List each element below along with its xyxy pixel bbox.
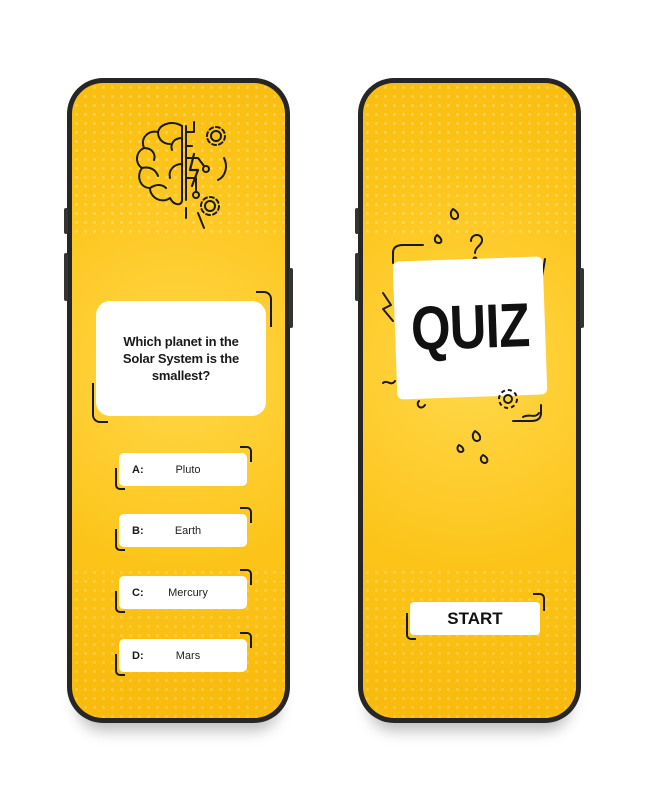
answer-bracket — [115, 468, 125, 490]
question-card: Which planet in the Solar System is the … — [96, 301, 266, 416]
answer-bracket — [240, 632, 252, 648]
card-bracket — [92, 383, 108, 423]
brain-icon — [132, 118, 237, 258]
answer-bracket — [240, 446, 252, 462]
button-bracket — [406, 613, 416, 640]
question-text: Which planet in the Solar System is the … — [122, 334, 240, 383]
answer-bracket — [240, 507, 252, 523]
start-screen: QUIZ START — [363, 83, 576, 718]
answer-option-c[interactable]: C: Mercury — [119, 576, 247, 609]
gear-icon — [495, 386, 521, 412]
side-button — [64, 208, 68, 234]
side-button — [64, 253, 68, 301]
quiz-banner: QUIZ — [392, 256, 548, 400]
answer-option-a[interactable]: A: Pluto — [119, 453, 247, 486]
answer-option-b[interactable]: B: Earth — [119, 514, 247, 547]
answer-letter: D: — [132, 649, 144, 662]
side-button — [355, 253, 359, 301]
answer-bracket — [115, 654, 125, 676]
answer-letter: C: — [132, 586, 144, 599]
answer-bracket — [115, 529, 125, 551]
answer-letter: A: — [132, 463, 144, 476]
answer-letter: B: — [132, 524, 144, 537]
question-phone: Which planet in the Solar System is the … — [64, 78, 293, 723]
start-button[interactable]: START — [410, 602, 540, 635]
question-screen: Which planet in the Solar System is the … — [72, 83, 285, 718]
side-button — [580, 268, 584, 328]
card-bracket — [256, 291, 272, 327]
start-phone: QUIZ START — [355, 78, 584, 723]
side-button — [355, 208, 359, 234]
answer-option-d[interactable]: D: Mars — [119, 639, 247, 672]
quiz-title: QUIZ — [409, 290, 531, 365]
answer-bracket — [115, 591, 125, 613]
button-bracket — [533, 593, 545, 611]
answer-bracket — [240, 569, 252, 585]
side-button — [289, 268, 293, 328]
